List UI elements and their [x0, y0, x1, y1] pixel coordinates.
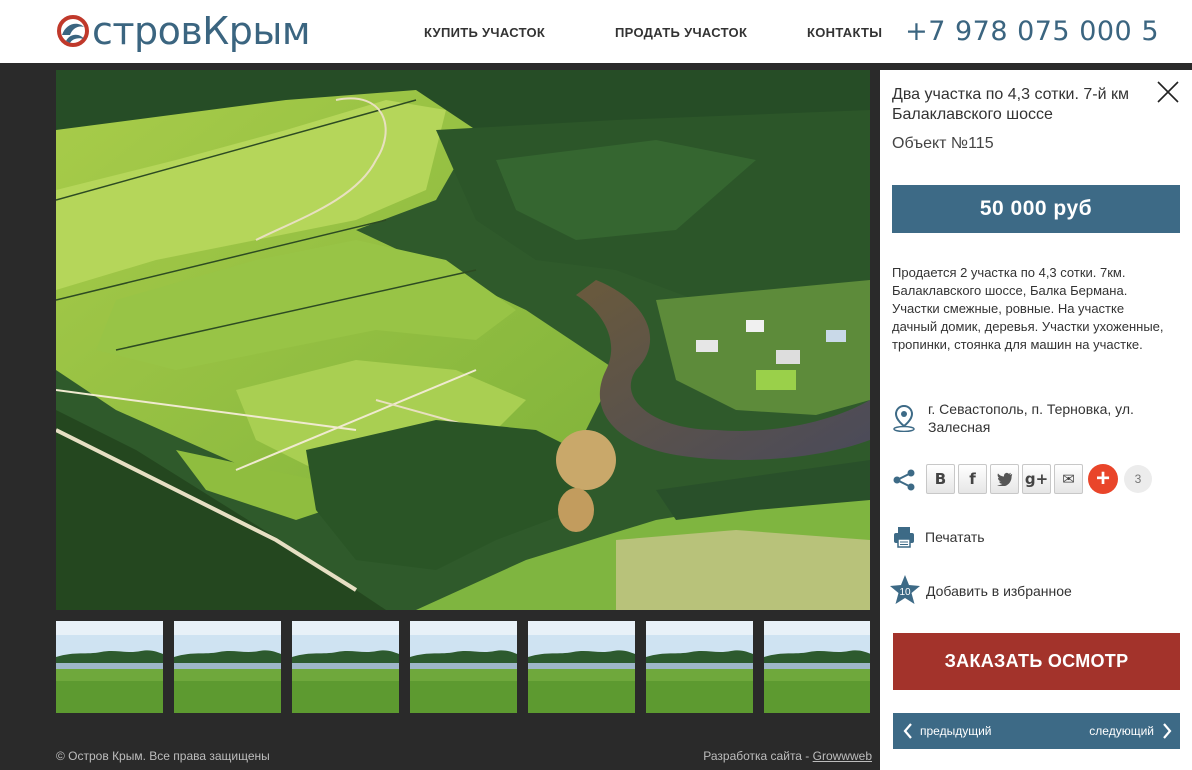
thumbnail-image[interactable] [56, 621, 163, 713]
thumbnail-strip [56, 621, 870, 713]
thumbnail-image[interactable] [174, 621, 281, 713]
thumbnail-image[interactable] [410, 621, 517, 713]
share-vk-button[interactable]: В [926, 464, 955, 494]
chevron-right-icon [1163, 723, 1172, 739]
site-header: стровКрым КУПИТЬ УЧАСТОК ПРОДАТЬ УЧАСТОК… [0, 0, 1192, 63]
share-twitter-button[interactable] [990, 464, 1019, 494]
print-icon [894, 527, 914, 548]
price-badge: 50 000 руб [892, 185, 1180, 233]
social-share-buttons: В f g+ ✉ + 3 [926, 464, 1152, 494]
chevron-left-icon [903, 723, 912, 739]
order-viewing-button[interactable]: ЗАКАЗАТЬ ОСМОТР [893, 633, 1180, 690]
object-number: Объект №115 [892, 135, 994, 152]
developer-prefix: Разработка сайта - [703, 749, 813, 763]
share-more-button[interactable]: + [1088, 464, 1118, 494]
share-facebook-button[interactable]: f [958, 464, 987, 494]
nav-buy-plot[interactable]: КУПИТЬ УЧАСТОК [424, 25, 545, 40]
listing-title: Два участка по 4,3 сотки. 7-й км Балакла… [892, 86, 1129, 123]
print-link[interactable]: Печатать [925, 529, 985, 545]
main-photo[interactable] [56, 70, 870, 610]
share-count-badge: 3 [1124, 465, 1152, 493]
add-to-favorites-link[interactable]: Добавить в избранное [926, 583, 1072, 599]
aerial-landscape-image [56, 70, 870, 610]
close-icon[interactable] [1156, 80, 1180, 104]
listing-pagination: предыдущий следующий [893, 713, 1180, 749]
share-googleplus-button[interactable]: g+ [1022, 464, 1051, 494]
nav-sell-plot[interactable]: ПРОДАТЬ УЧАСТОК [615, 25, 747, 40]
thumbnail-image[interactable] [528, 621, 635, 713]
star-icon[interactable]: 10 [889, 574, 921, 606]
share-icon [893, 469, 915, 491]
developer-link[interactable]: Growwweb [813, 749, 872, 763]
logo-dolphin-icon [57, 15, 89, 47]
listing-panel: Два участка по 4,3 сотки. 7-й км Балакла… [880, 70, 1192, 770]
next-label: следующий [1089, 724, 1154, 738]
thumbnail-image[interactable] [764, 621, 870, 713]
developer-credit: Разработка сайта - Growwweb [703, 749, 872, 763]
listing-description: Продается 2 участка по 4,3 сотки. 7км. Б… [892, 265, 1164, 352]
phone-number[interactable]: +7 978 075 000 5 [905, 16, 1159, 47]
previous-label: предыдущий [920, 724, 992, 738]
previous-listing-button[interactable]: предыдущий [893, 713, 1033, 749]
copyright-text: © Остров Крым. Все права защищены [56, 749, 270, 763]
nav-contacts[interactable]: КОНТАКТЫ [807, 25, 882, 40]
listing-address: г. Севастополь, п. Терновка, ул. Залесна… [928, 401, 1134, 435]
share-email-button[interactable]: ✉ [1054, 464, 1083, 494]
favorite-count: 10 [899, 587, 911, 598]
thumbnail-image[interactable] [646, 621, 753, 713]
location-pin-icon [893, 404, 915, 432]
site-logo[interactable]: стровКрым [56, 6, 311, 56]
twitter-bird-icon [996, 472, 1012, 486]
thumbnail-image[interactable] [292, 621, 399, 713]
next-listing-button[interactable]: следующий [1040, 713, 1180, 749]
logo-text: стровКрым [92, 9, 311, 53]
